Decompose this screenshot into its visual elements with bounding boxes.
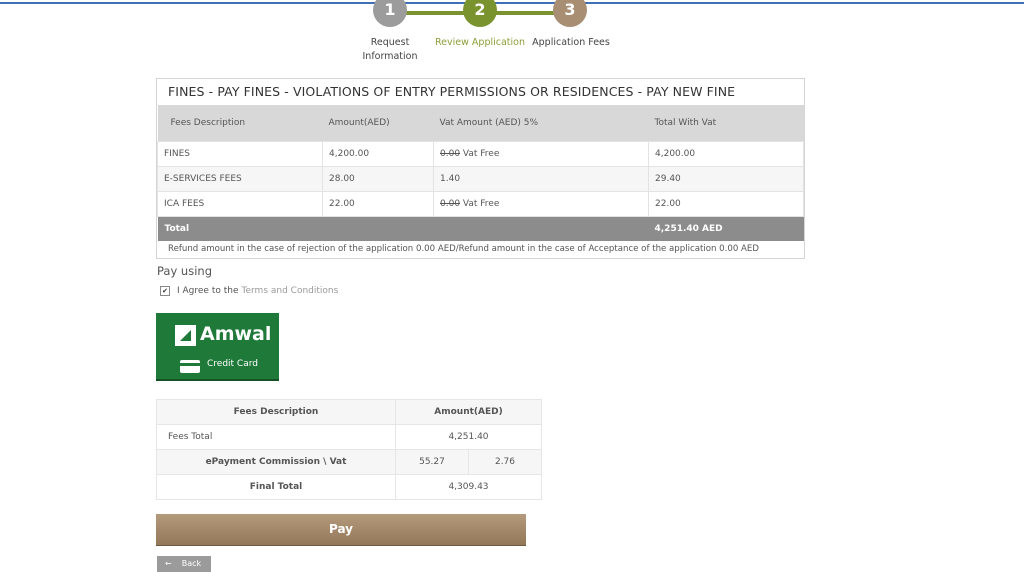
- step-3-circle[interactable]: 3: [553, 0, 587, 27]
- credit-card-label: Credit Card: [207, 359, 258, 369]
- commission-label: ePayment Commission \ Vat: [156, 449, 396, 475]
- credit-card-icon: [180, 360, 200, 373]
- header-fees-description: Fees Description: [157, 105, 323, 142]
- amwal-logo-icon: [175, 325, 196, 346]
- table-row: ePayment Commission \ Vat 55.27 2.76: [156, 449, 542, 475]
- back-label: Back: [181, 559, 202, 568]
- row-vat: 0.00 Vat Free: [433, 191, 649, 217]
- step-3-label: Application Fees: [532, 37, 610, 48]
- terms-link[interactable]: Terms and Conditions: [242, 286, 339, 296]
- amwal-name: Amwal: [200, 323, 272, 345]
- vat-free-note: Vat Free: [460, 199, 500, 209]
- step-2-circle[interactable]: 2: [463, 0, 497, 27]
- table-row: E-SERVICES FEES 28.00 1.40 29.40: [157, 166, 804, 192]
- summary-header-amount: Amount(AED): [395, 399, 542, 425]
- header-amount: Amount(AED): [322, 105, 434, 142]
- fees-title: FINES - PAY FINES - VIOLATIONS OF ENTRY …: [168, 84, 736, 99]
- row-desc: ICA FEES: [157, 191, 323, 217]
- pay-using-label: Pay using: [157, 264, 212, 278]
- agree-checkbox[interactable]: ✔: [160, 286, 170, 296]
- row-vat: 1.40: [433, 166, 649, 192]
- final-total-label: Final Total: [156, 474, 396, 500]
- fees-table: Fees Description Amount(AED) Vat Amount …: [157, 105, 804, 241]
- commission-vat: 2.76: [468, 449, 542, 475]
- back-button[interactable]: ← Back: [157, 556, 211, 572]
- refund-note: Refund amount in the case of rejection o…: [168, 244, 759, 254]
- terms-agreement: ✔ I Agree to the Terms and Conditions: [160, 286, 338, 296]
- header-vat-amount: Vat Amount (AED) 5%: [433, 105, 649, 142]
- step-1-label: Request Information: [362, 37, 418, 62]
- payment-summary-table: Fees Description Amount(AED) Fees Total …: [156, 399, 542, 500]
- total-label: Total: [157, 216, 649, 241]
- row-total: 4,200.00: [648, 141, 804, 167]
- fees-total-row: Total 4,251.40 AED: [157, 216, 804, 241]
- table-row: Final Total 4,309.43: [156, 474, 542, 500]
- row-total: 29.40: [648, 166, 804, 192]
- pay-button[interactable]: Pay: [156, 514, 526, 546]
- progress-stepper: 1 2 3 Request Information Review Applica…: [360, 0, 620, 66]
- fees-header-row: Fees Description Amount(AED) Vat Amount …: [157, 105, 804, 142]
- step-2-label: Review Application: [435, 37, 525, 48]
- vat-struck-value: 0.00: [440, 149, 461, 159]
- commission-value: 55.27: [395, 449, 469, 475]
- summary-header-desc: Fees Description: [156, 399, 396, 425]
- row-vat: 0.00 Vat Free: [433, 141, 649, 167]
- amwal-credit-card-button[interactable]: Amwal Credit Card: [156, 313, 279, 381]
- table-row: Fees Total 4,251.40: [156, 424, 542, 450]
- arrow-left-icon: ←: [165, 559, 172, 568]
- row-total: 22.00: [648, 191, 804, 217]
- vat-struck-value: 0.00: [440, 199, 461, 209]
- header-total-with-vat: Total With Vat: [648, 105, 804, 142]
- row-desc: FINES: [157, 141, 323, 167]
- agree-text: I Agree to the: [177, 286, 239, 296]
- fees-total-label: Fees Total: [156, 424, 396, 450]
- table-row: ICA FEES 22.00 0.00 Vat Free 22.00: [157, 191, 804, 217]
- table-row: FINES 4,200.00 0.00 Vat Free 4,200.00: [157, 141, 804, 167]
- row-amount: 28.00: [322, 166, 434, 192]
- row-amount: 22.00: [322, 191, 434, 217]
- summary-header-row: Fees Description Amount(AED): [156, 399, 542, 425]
- step-1-circle[interactable]: 1: [373, 0, 407, 27]
- row-desc: E-SERVICES FEES: [157, 166, 323, 192]
- final-total-value: 4,309.43: [395, 474, 542, 500]
- fees-panel: FINES - PAY FINES - VIOLATIONS OF ENTRY …: [156, 78, 805, 259]
- row-amount: 4,200.00: [322, 141, 434, 167]
- vat-free-note: Vat Free: [460, 149, 500, 159]
- total-value: 4,251.40 AED: [648, 216, 804, 241]
- fees-total-value: 4,251.40: [395, 424, 542, 450]
